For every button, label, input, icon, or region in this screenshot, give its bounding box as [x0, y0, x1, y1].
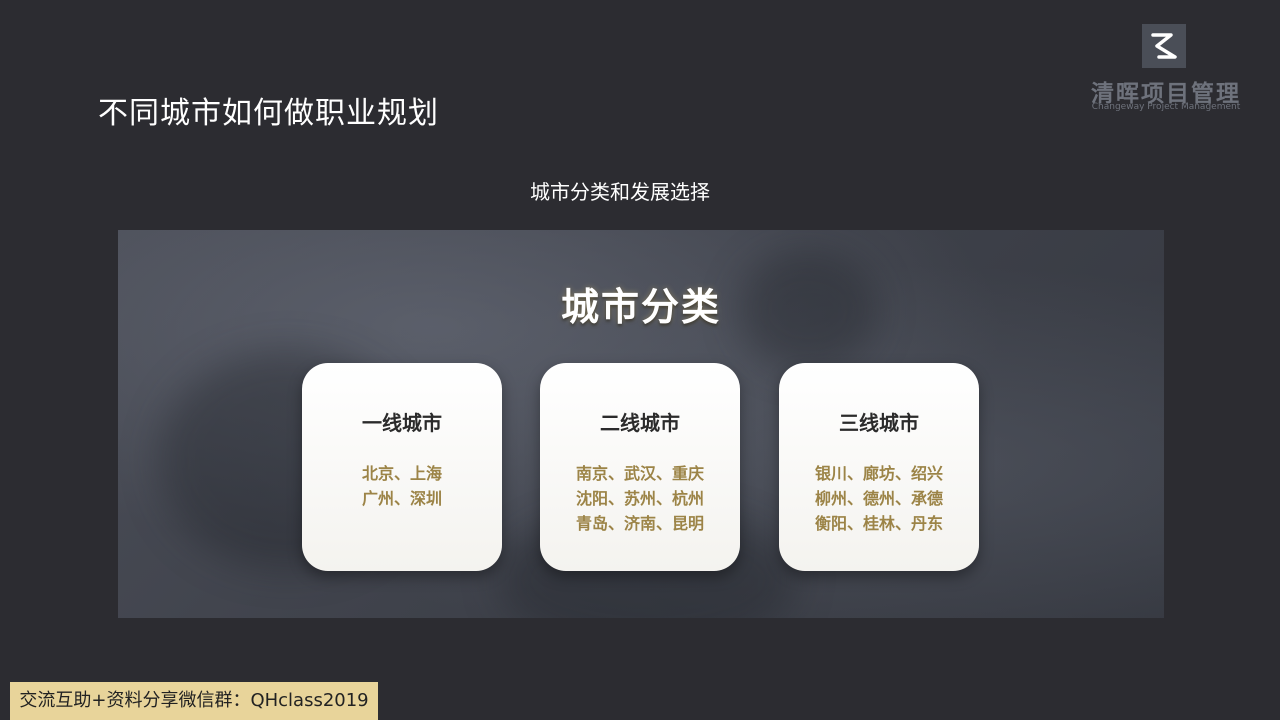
- card-city-line: 广州、深圳: [361, 489, 442, 508]
- card-city-list: 南京、武汉、重庆 沈阳、苏州、杭州 青岛、济南、昆明: [540, 461, 740, 536]
- slide-subtitle: 城市分类和发展选择: [530, 180, 710, 204]
- card-city-line: 银川、廊坊、绍兴: [814, 464, 943, 483]
- card-tier2: 二线城市 南京、武汉、重庆 沈阳、苏州、杭州 青岛、济南、昆明: [540, 363, 740, 571]
- card-title: 三线城市: [839, 411, 919, 435]
- panel-title: 城市分类: [560, 285, 721, 329]
- card-title: 二线城市: [600, 411, 680, 435]
- card-tier3: 三线城市 银川、廊坊、绍兴 柳州、德州、承德 衡阳、桂林、丹东: [779, 363, 979, 571]
- card-city-list: 北京、上海 广州、深圳: [302, 461, 502, 511]
- card-city-line: 沈阳、苏州、杭州: [575, 489, 704, 508]
- city-classification-panel: 城市分类 一线城市 北京、上海 广州、深圳 二线城市 南京、武汉、重庆 沈阳、苏…: [118, 230, 1164, 618]
- logo-name-en: Changeway Project Management: [1091, 102, 1241, 112]
- slide-title: 不同城市如何做职业规划: [98, 96, 439, 131]
- card-city-line: 北京、上海: [361, 464, 442, 483]
- card-title: 一线城市: [362, 411, 442, 435]
- card-city-line: 柳州、德州、承德: [814, 489, 943, 508]
- logo-mark-icon: [1142, 24, 1186, 68]
- card-tier1: 一线城市 北京、上海 广州、深圳: [302, 363, 502, 571]
- card-city-line: 衡阳、桂林、丹东: [814, 514, 943, 533]
- slide: 不同城市如何做职业规划 清晖项目管理 Changeway Project Man…: [0, 0, 1280, 720]
- wechat-group-banner: 交流互助+资料分享微信群：QHclass2019: [10, 682, 378, 720]
- card-city-list: 银川、廊坊、绍兴 柳州、德州、承德 衡阳、桂林、丹东: [779, 461, 979, 536]
- brand-logo: 清晖项目管理 Changeway Project Management: [1086, 24, 1246, 124]
- card-city-line: 青岛、济南、昆明: [575, 514, 704, 533]
- card-city-line: 南京、武汉、重庆: [575, 464, 704, 483]
